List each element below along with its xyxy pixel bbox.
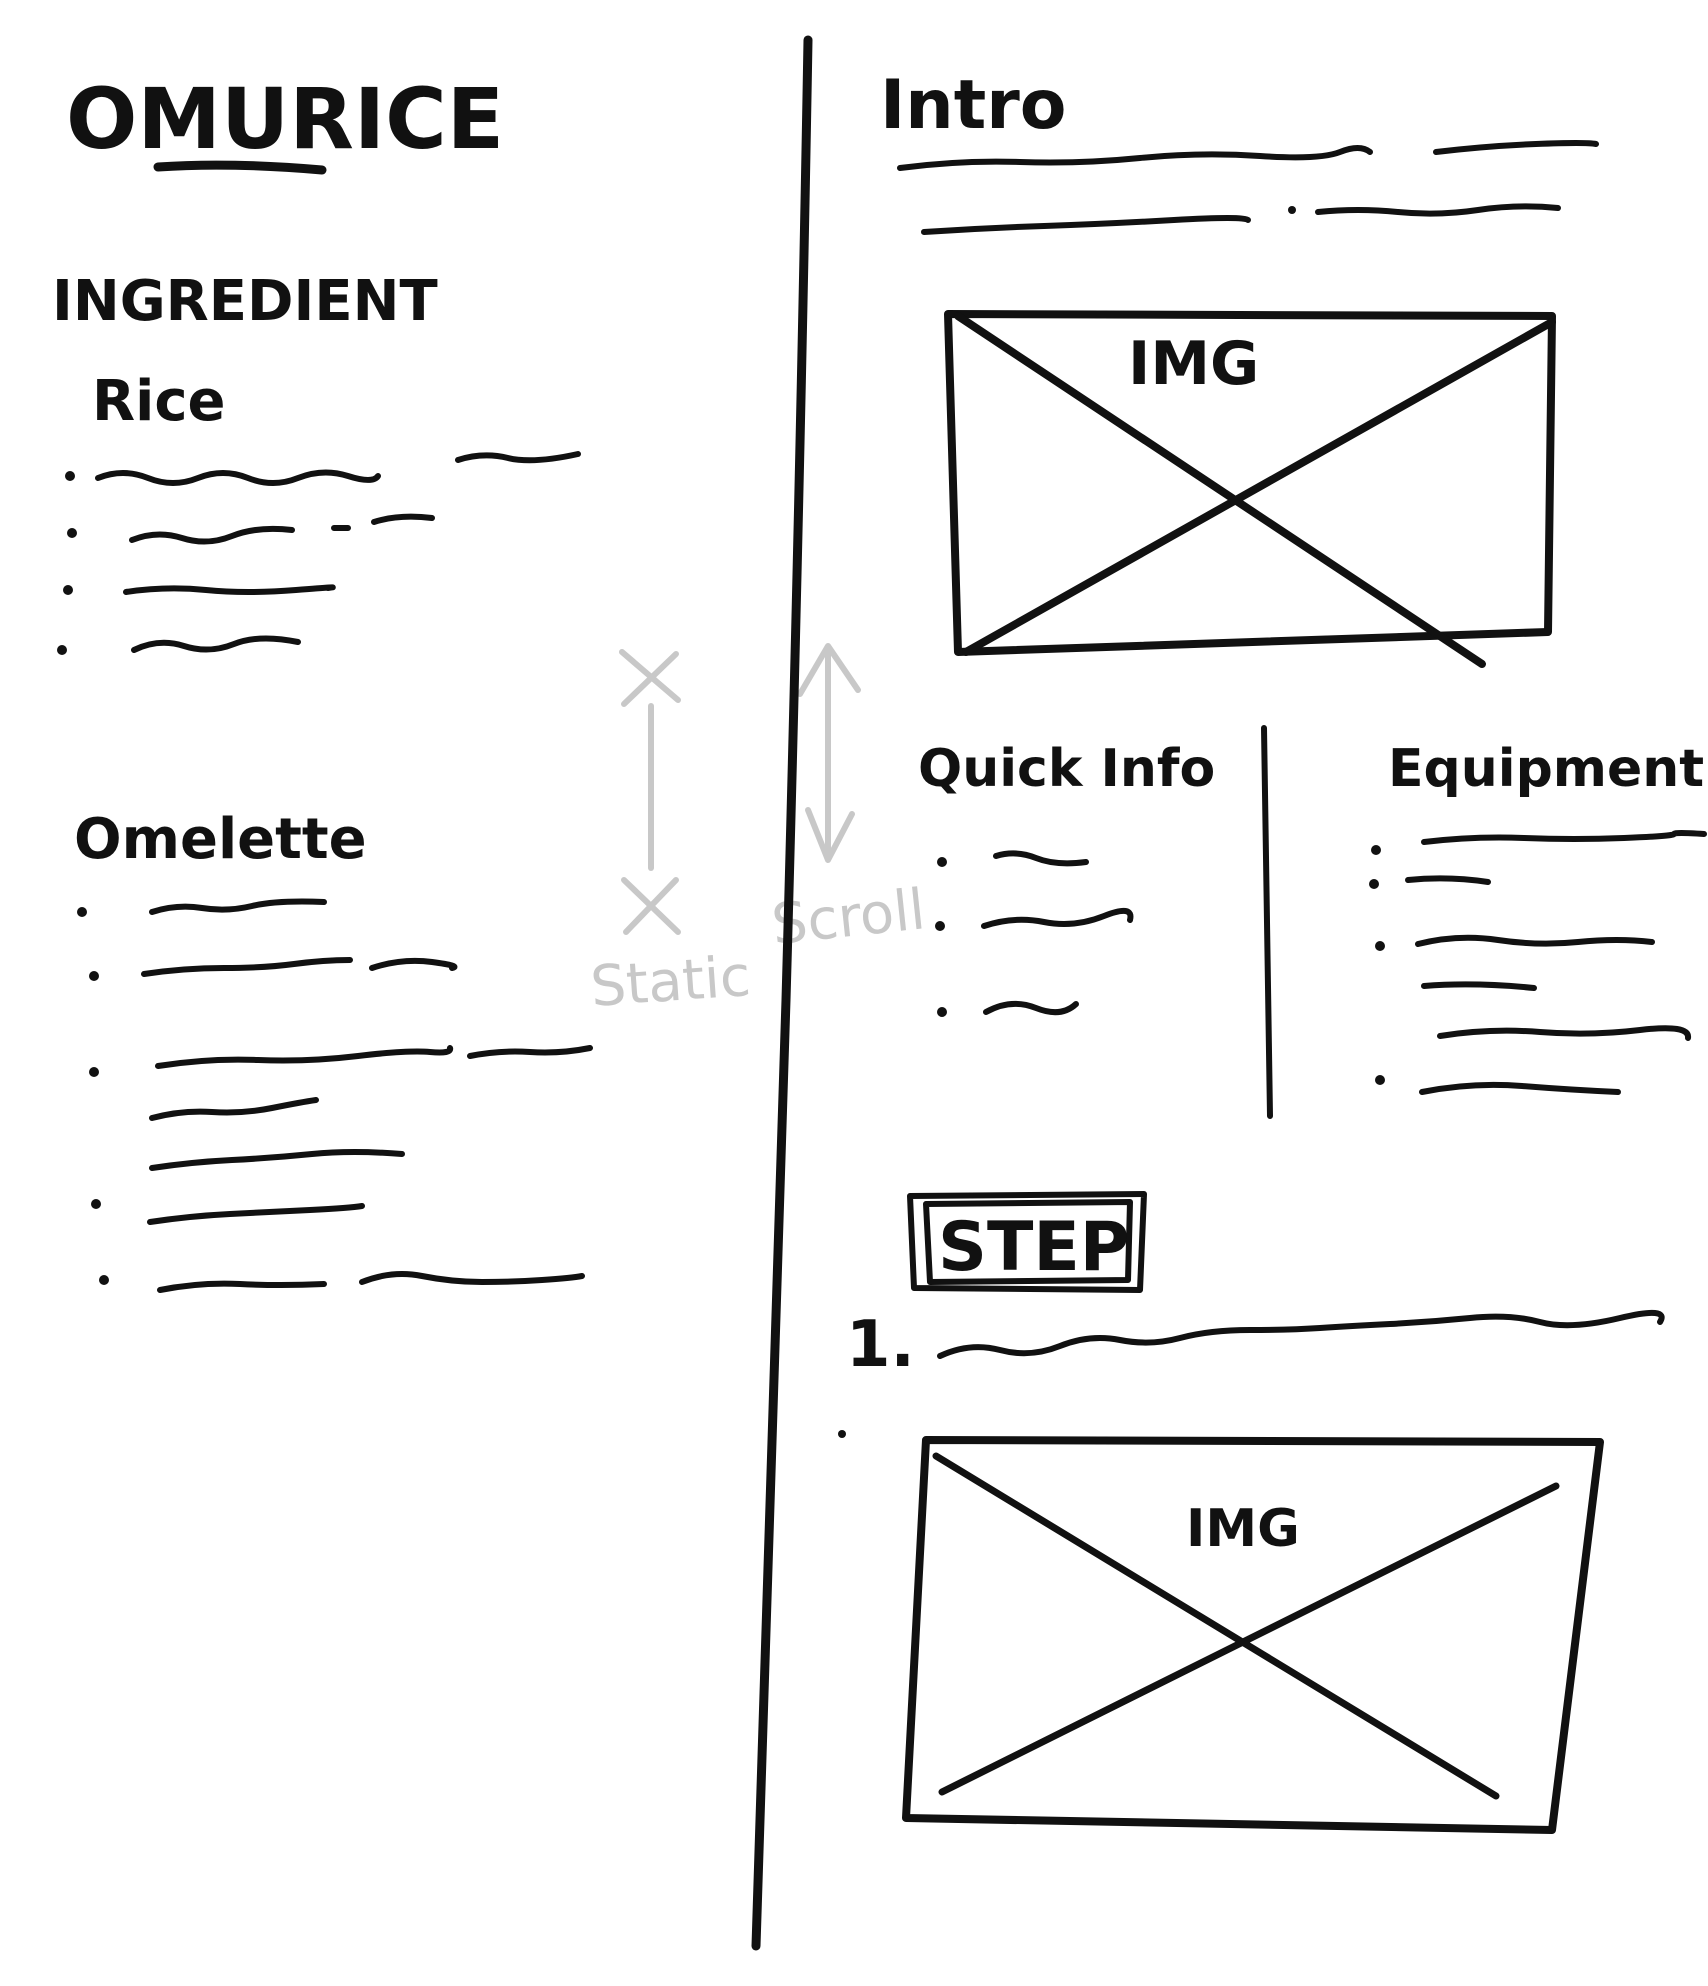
bullet-icon [91,1199,101,1209]
close-icon [619,649,681,707]
bullet-icon [63,585,73,595]
bullet-icon [77,907,87,917]
placeholder-text-line [369,957,458,971]
placeholder-text-line [467,1045,593,1059]
bullet-icon [838,1430,846,1438]
bullet-icon [1375,1075,1385,1085]
placeholder-text-line [981,907,1134,929]
placeholder-text-line [937,1309,1665,1359]
placeholder-text-line [1421,981,1537,991]
placeholder-text-line [455,451,581,464]
omelette-heading: Omelette [74,807,367,872]
bullet-icon [937,1007,947,1017]
bullet-icon [89,971,99,981]
step-heading-box: STEP [907,1191,1147,1293]
step-image-placeholder: IMG [902,1436,1604,1834]
bullet-icon [1288,206,1296,214]
bullet-icon [1375,941,1385,951]
list-item [91,1199,365,1225]
rice-heading: Rice [92,369,226,434]
intro-heading: Intro [880,66,1066,145]
placeholder-text-line [157,1280,327,1293]
placeholder-text-line [359,1271,585,1285]
placeholder-text-line [1433,140,1599,155]
quick-info-list [935,850,1134,1017]
placeholder-text-line [921,215,1251,235]
equipment-list [1369,830,1707,1095]
placeholder-text-line [897,145,1373,171]
list-item [63,584,336,595]
intro-text [897,140,1599,235]
list-item [935,907,1134,931]
bullet-icon [89,1067,99,1077]
ingredients-heading: INGREDIENT [52,269,438,334]
placeholder-text-line [1415,934,1655,947]
quick-info-heading: Quick Info [918,739,1215,799]
equipment-heading: Equipment [1388,739,1704,799]
omelette-list [77,898,593,1293]
page-title: OMURICE [66,70,504,168]
list-item [1369,875,1491,889]
bullet-icon [937,857,947,867]
placeholder-text-line [155,1045,454,1069]
placeholder-text-line [141,957,353,977]
placeholder-text-line [983,1000,1079,1016]
bullet-icon [67,528,77,538]
title-underline [153,160,327,175]
placeholder-text-line [993,850,1089,867]
image-label: IMG [1128,329,1259,399]
rice-list [57,451,581,655]
placeholder-text-line [1315,203,1561,217]
placeholder-text-line [1421,830,1707,845]
step-number: 1. [846,1308,915,1382]
left-panel: OMURICE INGREDIENT Rice Omelette [52,70,593,1293]
bullet-icon [65,471,75,481]
step-heading: STEP [938,1208,1130,1287]
list-item [1375,934,1691,1041]
list-item [67,513,435,545]
bullet-icon [1369,879,1379,889]
list-item [65,451,581,486]
right-panel: Intro IMG Quick Info Equipment STEP 1. I… [838,66,1707,1834]
placeholder-text-line [1405,875,1491,885]
placeholder-text-line [149,1097,319,1121]
list-item [937,850,1089,867]
list-item [89,957,458,981]
placeholder-text-line [1419,1081,1621,1095]
static-annotation: Static [588,649,753,1020]
bullet-icon [99,1275,109,1285]
placeholder-text-line [149,898,327,915]
list-item [57,635,301,655]
static-label: Static [588,944,752,1020]
placeholder-text-line [149,1149,405,1171]
wireframe-sketch: OMURICE INGREDIENT Rice Omelette Static … [52,35,1707,1951]
column-divider [1261,725,1273,1119]
list-item [99,1271,585,1293]
placeholder-text-line [147,1203,365,1225]
placeholder-text-line [123,584,336,595]
list-item [937,1000,1079,1017]
bullet-icon [57,645,67,655]
bullet-icon [1371,845,1381,855]
placeholder-text-line [331,513,435,531]
list-item [1371,830,1707,855]
list-item [89,1045,593,1171]
placeholder-text-line [1437,1025,1691,1041]
bullet-icon [935,921,945,931]
image-label: IMG [1186,1499,1300,1559]
placeholder-text-line [95,469,381,486]
list-item [1375,1075,1621,1095]
placeholder-text-line [131,635,301,653]
close-icon [621,877,681,935]
panel-divider [751,35,813,1951]
list-item [77,898,327,917]
hero-image-placeholder: IMG [944,310,1556,668]
placeholder-text-line [129,525,295,545]
